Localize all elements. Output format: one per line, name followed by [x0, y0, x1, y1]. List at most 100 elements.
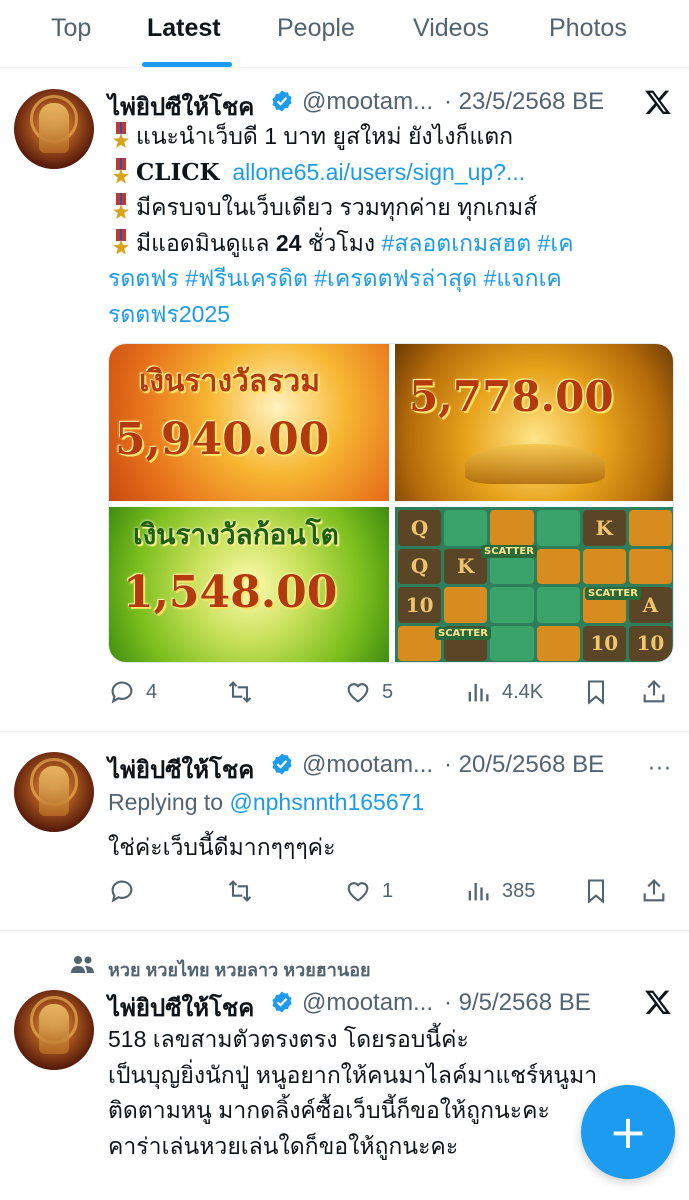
plus-icon: +	[608, 1105, 648, 1159]
post-date[interactable]: · 20/5/2568 BE	[444, 751, 604, 779]
avatar-figure	[39, 1004, 69, 1054]
avatar[interactable]	[14, 752, 94, 832]
active-tab-indicator	[142, 62, 232, 67]
post-text: เป็นบุญยิ่งนักปู่ หนูอยากให้คนมาไลค์มาแช…	[108, 1061, 598, 1088]
scatter-label: SCATTER	[585, 587, 641, 600]
media-image-4[interactable]: Q K Q K 10 A 10 10 SCATTER SCATTER SCATT…	[395, 507, 673, 662]
views-icon	[468, 683, 489, 702]
media-image-1[interactable]: เงินรางวัลรวม 5,940.00	[109, 344, 389, 501]
slot-symbol	[536, 625, 580, 661]
post-text-bold: 24	[275, 229, 302, 256]
post-date[interactable]: · 23/5/2568 BE	[444, 88, 604, 116]
social-context[interactable]: หวย หวยไทย หวยลาว หวยฮานอย	[108, 955, 371, 984]
author-handle[interactable]: @mootam...	[302, 989, 433, 1017]
avatar[interactable]	[14, 990, 94, 1070]
post-date[interactable]: · 9/5/2568 BE	[444, 989, 591, 1017]
media-image-3[interactable]: เงินรางวัลก้อนโต 1,548.00	[109, 507, 389, 662]
hashtag-link[interactable]: รดตฟร #ฟรีนเครดิต #เครดตฟรล่าสุด #แจกเค	[108, 261, 672, 297]
tab-people[interactable]: People	[277, 14, 355, 43]
verified-badge-icon	[272, 753, 292, 775]
slot-symbol	[536, 548, 580, 584]
image-amount: 1,548.00	[123, 567, 338, 618]
slot-symbol	[536, 587, 580, 623]
share-button[interactable]	[640, 678, 668, 706]
like-count: 5	[382, 680, 394, 703]
post-actions: 1 385	[108, 877, 674, 907]
post-media-grid[interactable]: เงินรางวัลรวม 5,940.00 5,778.00 เงินรางว…	[108, 343, 674, 663]
image-ornament	[465, 444, 605, 484]
post-text: มีครบจบในเว็บเดียว รวมทุกค่าย ทุกเกมส์	[136, 194, 538, 220]
reply-icon	[111, 880, 133, 903]
avatar-figure	[39, 766, 69, 816]
tab-top[interactable]: Top	[51, 14, 91, 43]
post-text: แนะนำเว็บดี 1 บาท ยูสใหม่ ยังไงก็แตก	[136, 123, 514, 149]
slot-symbol	[490, 625, 534, 661]
image-title: เงินรางวัลก้อนโต	[133, 518, 339, 551]
post-text: ใช่ค่ะเว็บนี้ดีมากๆๆๆค่ะ	[108, 834, 336, 860]
image-title: เงินรางวัลรวม	[139, 364, 320, 399]
medal-icon	[112, 157, 130, 184]
image-amount: 5,778.00	[409, 372, 614, 421]
avatar[interactable]	[14, 89, 94, 169]
retweet-icon	[228, 880, 252, 902]
post-text: CLICK	[136, 158, 220, 186]
bookmark-button[interactable]	[582, 877, 610, 905]
reply-button[interactable]: 4	[108, 678, 157, 706]
post-line: แนะนำเว็บดี 1 บาท ยูสใหม่ ยังไงก็แตก	[112, 119, 672, 155]
replying-label: Replying to	[108, 789, 224, 815]
like-count: 1	[382, 879, 394, 902]
slot-symbol: 10	[398, 587, 442, 623]
slot-symbol: K	[582, 510, 626, 546]
image-amount: 5,940.00	[115, 414, 330, 465]
views-button[interactable]: 4.4K	[464, 678, 543, 706]
verified-badge-icon	[272, 90, 292, 112]
slot-symbol	[628, 548, 672, 584]
slot-symbol	[444, 587, 488, 623]
post-link[interactable]: allone65.ai/users/sign_up?...	[232, 159, 525, 185]
avatar-figure	[39, 103, 69, 153]
post-actions: 4 5 4.4K	[108, 678, 674, 708]
bookmark-icon	[587, 680, 605, 705]
slot-symbol	[490, 510, 534, 546]
slot-symbol	[536, 510, 580, 546]
reply-icon	[111, 681, 133, 704]
retweet-icon	[228, 681, 252, 703]
slot-symbol	[582, 548, 626, 584]
author-name[interactable]: ไพ่ยิปซีให้โชค	[108, 750, 254, 789]
post-text: มีแอดมินดูแล	[136, 229, 276, 256]
views-count: 4.4K	[502, 680, 544, 703]
post-line: มีแอดมินดูแล 24 ชั่วโมง #สลอตเกมสฮต #เค	[112, 226, 672, 262]
hashtag-link[interactable]: รดตฟร2025	[108, 297, 672, 333]
replying-to-link[interactable]: @nphsnnth165671	[229, 789, 424, 815]
more-options-icon[interactable]: ···	[648, 757, 672, 782]
post-text: 518 เลขสามตัวตรงตรง โดยรอบนี้ค่ะ	[108, 1026, 469, 1052]
compose-button[interactable]: +	[581, 1085, 675, 1179]
views-count: 385	[502, 879, 536, 902]
tab-videos[interactable]: Videos	[413, 14, 489, 43]
slot-symbol	[490, 587, 534, 623]
verified-badge-icon	[272, 991, 292, 1013]
post-text: ชั่วโมง	[301, 229, 382, 256]
like-button[interactable]: 5	[344, 678, 393, 706]
share-button[interactable]	[640, 877, 668, 905]
tab-latest[interactable]: Latest	[147, 14, 221, 43]
author-handle[interactable]: @mootam...	[302, 88, 433, 116]
medal-icon	[112, 122, 130, 148]
retweet-button[interactable]	[226, 877, 254, 905]
replying-to: Replying to @nphsnnth165671	[108, 785, 424, 821]
like-button[interactable]: 1	[344, 877, 393, 905]
views-button[interactable]: 385	[464, 877, 535, 905]
media-image-2[interactable]: 5,778.00	[395, 344, 673, 501]
post-line: มีครบจบในเว็บเดียว รวมทุกค่าย ทุกเกมส์	[112, 190, 672, 226]
medal-icon	[112, 228, 130, 255]
people-icon	[71, 956, 94, 973]
hashtag-link[interactable]: #สลอตเกมสฮต #เค	[382, 230, 574, 256]
author-handle[interactable]: @mootam...	[302, 751, 433, 779]
post-body: แนะนำเว็บดี 1 บาท ยูสใหม่ ยังไงก็แตก CLI…	[108, 119, 672, 332]
tab-photos[interactable]: Photos	[549, 14, 627, 43]
bookmark-button[interactable]	[582, 678, 610, 706]
x-logo-icon	[645, 990, 671, 1015]
reply-button[interactable]	[108, 877, 136, 905]
slot-symbol: 10	[628, 625, 672, 661]
retweet-button[interactable]	[226, 678, 264, 706]
